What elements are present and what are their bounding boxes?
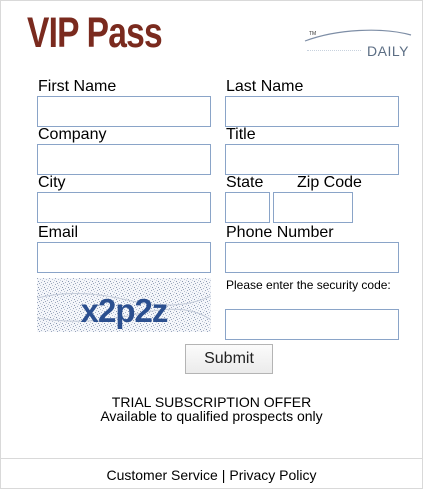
city-input[interactable] xyxy=(37,192,211,223)
captcha-image: x2p2z xyxy=(37,278,211,332)
logo-daily-text: DAILY xyxy=(367,43,409,59)
captcha-text: x2p2z xyxy=(81,292,168,329)
phone-number-input[interactable] xyxy=(225,242,399,273)
page-title: VIP Pass xyxy=(27,9,163,57)
footer: Customer Service | Privacy Policy xyxy=(1,467,422,483)
footer-divider xyxy=(1,458,422,459)
city-label: City xyxy=(38,174,66,193)
vip-pass-panel: VIP Pass TM DAILY First Name Last Name C… xyxy=(0,0,423,489)
last-name-input[interactable] xyxy=(225,96,399,127)
logo-tm-mark: TM xyxy=(309,31,317,37)
company-label: Company xyxy=(38,126,107,145)
email-input[interactable] xyxy=(37,242,211,273)
security-code-input[interactable] xyxy=(225,309,399,340)
state-label: State xyxy=(226,174,264,191)
offer-subtext: Available to qualified prospects only xyxy=(100,408,323,424)
security-code-hint: Please enter the security code: xyxy=(226,278,391,292)
footer-separator: | xyxy=(221,467,226,483)
last-name-label: Last Name xyxy=(226,78,304,97)
state-input[interactable] xyxy=(225,192,270,223)
first-name-label: First Name xyxy=(38,78,117,97)
phone-number-label: Phone Number xyxy=(226,224,334,243)
title-input[interactable] xyxy=(225,144,399,175)
first-name-input[interactable] xyxy=(37,96,211,127)
title-label: Title xyxy=(226,126,256,145)
daily-logo: TM DAILY xyxy=(287,27,417,67)
zip-code-label: Zip Code xyxy=(297,174,362,191)
privacy-policy-link[interactable]: Privacy Policy xyxy=(229,467,316,483)
zip-code-input[interactable] xyxy=(273,192,353,223)
email-label: Email xyxy=(38,224,79,243)
company-input[interactable] xyxy=(37,144,211,175)
logo-faint-text xyxy=(307,50,361,56)
submit-button[interactable]: Submit xyxy=(185,344,273,374)
customer-service-link[interactable]: Customer Service xyxy=(106,467,217,483)
